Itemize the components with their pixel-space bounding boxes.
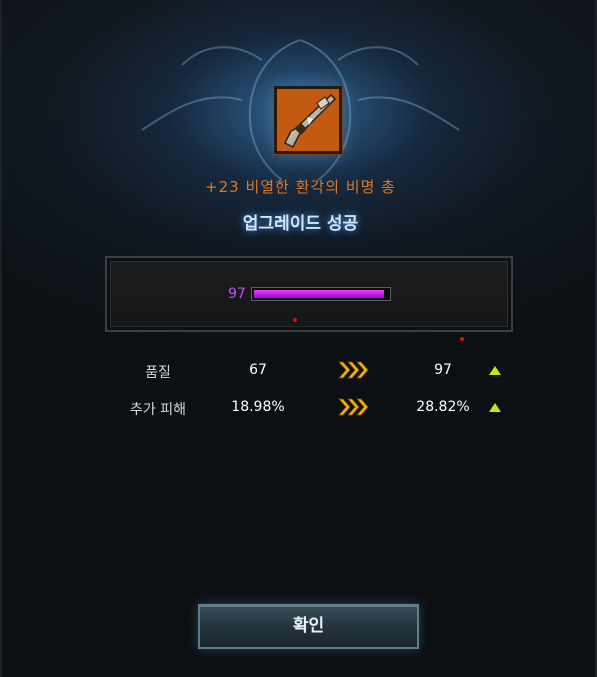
upgrade-result-dialog: +23 비열한 환각의 비명 총 업그레이드 성공 97 품질 67 97 추가… (0, 0, 597, 677)
red-dot-marker (460, 337, 464, 341)
triple-arrow-icon (338, 398, 369, 416)
quality-gauge-fill (254, 290, 384, 298)
upgrade-result-title: 업그레이드 성공 (242, 214, 359, 234)
increase-arrow-icon (489, 403, 501, 412)
stat-before-quality: 67 (249, 362, 267, 378)
stat-after-quality: 97 (434, 362, 452, 378)
increase-arrow-icon (489, 366, 501, 375)
stat-label-quality: 품질 (145, 365, 171, 381)
confirm-button[interactable]: 확인 (198, 604, 419, 649)
quality-gauge-bar (251, 287, 391, 301)
gauge-value: 97 (228, 286, 246, 302)
stat-after-extra-damage: 28.82% (416, 399, 470, 415)
item-icon (274, 86, 342, 154)
stat-label-extra-damage: 추가 피해 (130, 402, 186, 418)
item-name: +23 비열한 환각의 비명 총 (205, 178, 396, 196)
triple-arrow-icon (338, 361, 369, 379)
red-dot-marker (293, 318, 297, 322)
gun-icon (283, 93, 337, 149)
stat-before-extra-damage: 18.98% (231, 399, 285, 415)
